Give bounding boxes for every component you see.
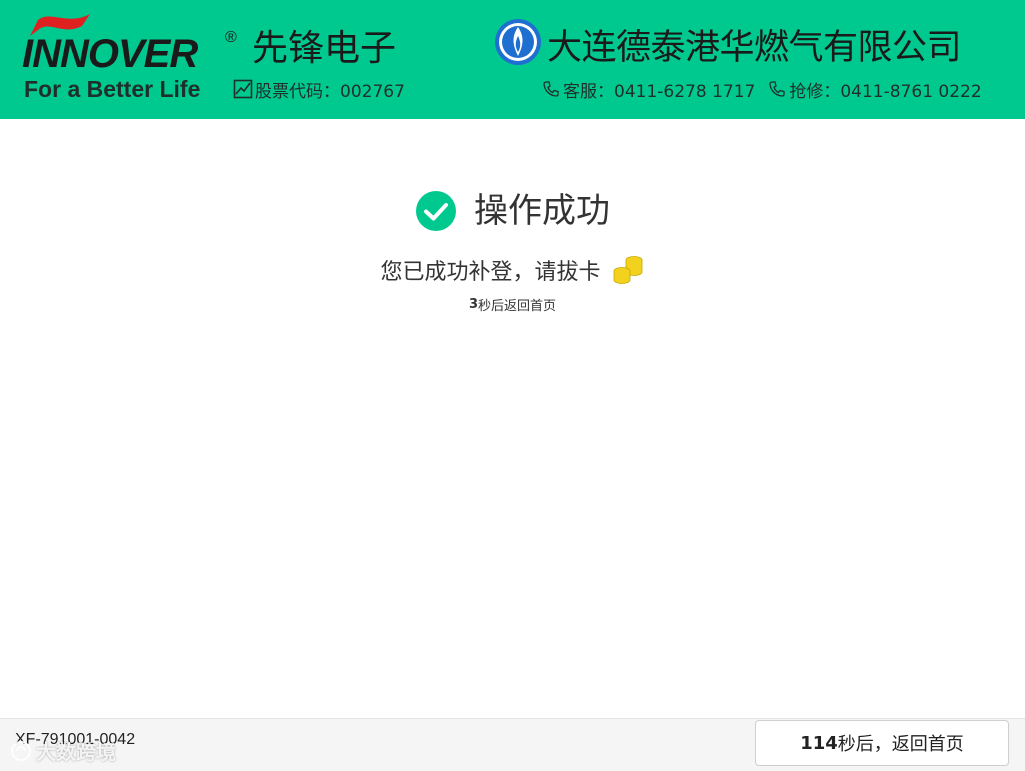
slogan: For a Better Life: [24, 76, 201, 102]
registered-mark: ®: [225, 29, 237, 46]
return-label: 秒后，返回首页: [837, 734, 964, 755]
success-message: 您已成功补登，请拔卡: [380, 260, 601, 285]
phone-icon: [543, 81, 559, 97]
stock-code-label: 股票代码：002767: [255, 81, 405, 102]
check-circle-icon: [416, 191, 456, 231]
watermark: 大数跨境: [10, 736, 116, 765]
chart-line-icon: [233, 79, 253, 99]
watermark-logo-icon: [11, 740, 31, 761]
innover-logo: INNOVER ®: [22, 12, 242, 76]
logo-text: INNOVER: [22, 32, 198, 76]
footer-bar: XF-791001-0042 114 秒后，返回首页: [0, 718, 1025, 771]
contact-info: 客服：0411-6278 1717 抢修：0411-8761 0222: [542, 77, 982, 102]
countdown-seconds: 3: [468, 296, 479, 312]
repair-contact: 抢修：0411-8761 0222: [768, 77, 982, 102]
repair-label: 抢修：0411-8761 0222: [789, 81, 982, 102]
stock-code: 股票代码：002767: [233, 77, 405, 102]
return-home-button[interactable]: 114 秒后，返回首页: [755, 720, 1009, 766]
status-title: 操作成功: [474, 191, 610, 231]
return-seconds: 114: [800, 732, 838, 754]
phone-icon: [769, 81, 785, 97]
countdown-text: 秒后返回首页: [478, 298, 557, 314]
service-contact: 客服：0411-6278 1717: [542, 77, 755, 102]
header-banner: INNOVER ® 先锋电子 For a Better Life 股票代码：00…: [0, 0, 1025, 119]
status-inner: 操作成功: [415, 188, 610, 234]
gas-company-name: 大连德泰港华燃气有限公司: [547, 28, 962, 68]
brand-name-cn: 先锋电子: [252, 28, 397, 69]
status-row: 操作成功: [0, 188, 1025, 234]
gas-company-logo: [495, 19, 541, 65]
watermark-text: 大数跨境: [36, 740, 116, 764]
service-label: 客服：0411-6278 1717: [563, 81, 756, 102]
message-row: 您已成功补登，请拔卡: [0, 252, 1025, 288]
coins-icon: [613, 256, 642, 284]
countdown-row: 3 秒后返回首页: [0, 294, 1025, 314]
